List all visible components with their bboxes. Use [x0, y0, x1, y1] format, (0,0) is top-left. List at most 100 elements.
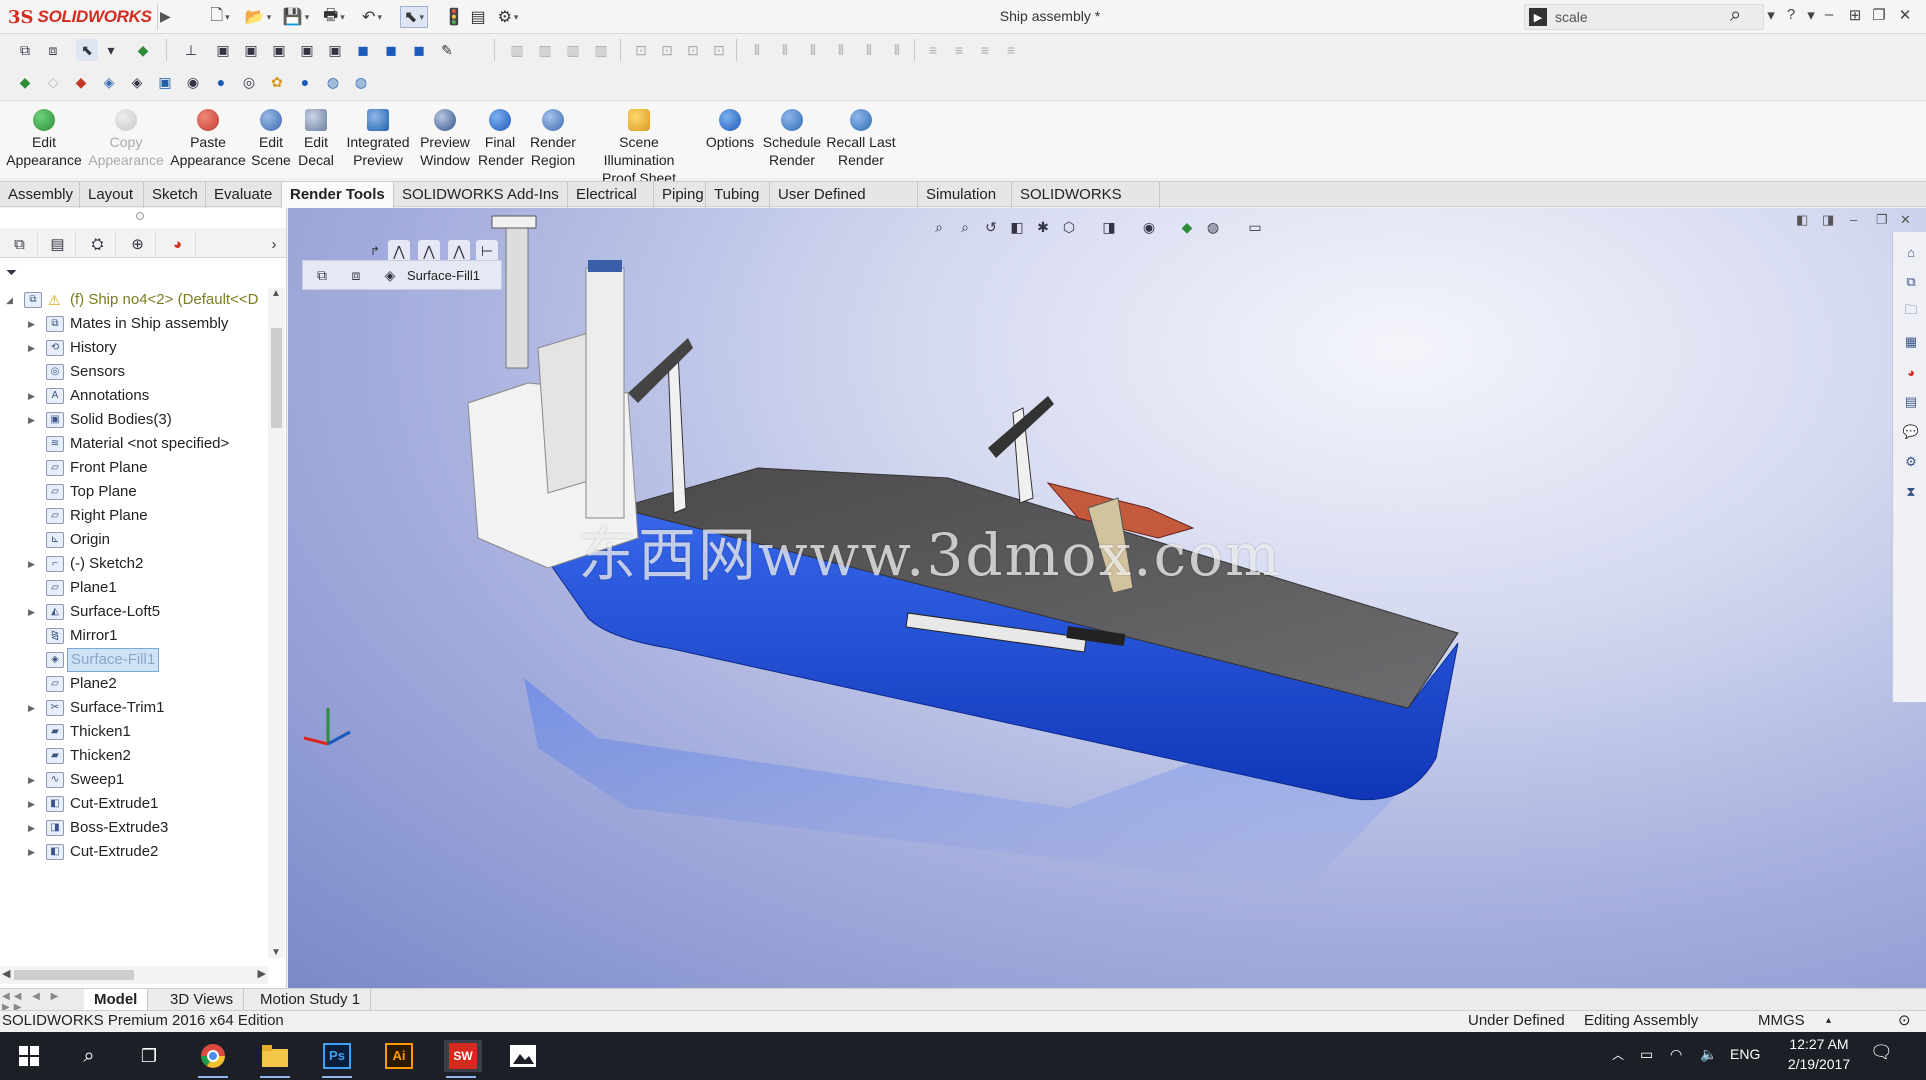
save-icon[interactable]: 💾 ▾ — [282, 6, 310, 28]
chrome-icon[interactable] — [196, 1040, 230, 1078]
align-6-icon[interactable]: ⫴ — [886, 39, 908, 61]
battery-icon[interactable]: ▭ — [1640, 1046, 1653, 1063]
photoshop-icon[interactable]: Ps — [320, 1040, 354, 1078]
search-icon[interactable]: ⌕ — [1730, 4, 1741, 27]
search-commands-icon[interactable]: ▶ — [1529, 8, 1547, 26]
edit-decal-button[interactable]: Edit Decal — [296, 109, 336, 169]
view-cube-8-icon[interactable]: ◼ — [408, 39, 430, 61]
edit-scene-button[interactable]: Edit Scene — [250, 109, 292, 169]
task-view-icon[interactable]: ❐ — [132, 1040, 166, 1072]
tree-vertical-scrollbar[interactable]: ▲ ▼ — [268, 288, 285, 958]
tree-item[interactable]: ▶ ∿ Sweep1 — [0, 768, 268, 792]
align-4-icon[interactable]: ⫴ — [830, 39, 852, 61]
scroll-down-icon[interactable]: ▼ — [271, 947, 281, 958]
text-align-4-icon[interactable]: ≡ — [1000, 39, 1022, 61]
file-properties-icon[interactable]: ▤ — [464, 6, 492, 28]
tree-horizontal-scroll-thumb[interactable] — [14, 970, 134, 980]
appearance-icon[interactable]: ◆ — [132, 39, 154, 61]
tab-user-defined-route[interactable]: User Defined Route — [770, 182, 918, 228]
recall-last-render-button[interactable]: Recall Last Render — [826, 109, 896, 169]
panel-tabs-scroll-right-icon[interactable]: › — [266, 232, 282, 256]
undo-icon[interactable]: ↶ ▾ — [358, 6, 386, 28]
select-icon[interactable]: ⬉ — [76, 39, 98, 61]
tree-item[interactable]: ▱ Top Plane — [0, 480, 268, 504]
language-indicator[interactable]: ENG — [1730, 1046, 1760, 1062]
minimize-icon[interactable]: – — [1818, 6, 1840, 28]
tree-expand-icon[interactable]: ▶ — [28, 600, 35, 624]
tree-item[interactable]: ▶ ⧉ Mates in Ship assembly — [0, 312, 268, 336]
copy-appearance-small-icon[interactable]: ◇ — [42, 71, 64, 93]
bottom-tab-3d-views[interactable]: 3D Views — [160, 989, 245, 1011]
status-units[interactable]: MMGS — [1758, 1011, 1805, 1031]
tree-item[interactable]: ▶ ◧ Cut-Extrude1 — [0, 792, 268, 816]
tree-item[interactable]: ▱ Plane2 — [0, 672, 268, 696]
show-hidden-icons-icon[interactable]: ︿ — [1612, 1046, 1624, 1063]
align-left-icon[interactable]: ▥ — [506, 39, 528, 61]
taskbar-date[interactable]: 2/19/2017 — [1780, 1056, 1858, 1072]
sequence-icon[interactable]: ⊡ — [708, 39, 730, 61]
taskbar-time[interactable]: 12:27 AM — [1784, 1036, 1854, 1052]
photos-icon[interactable] — [506, 1040, 540, 1072]
align-2-icon[interactable]: ⫴ — [774, 39, 796, 61]
align-center-icon[interactable]: ▥ — [534, 39, 556, 61]
tab-tubing[interactable]: Tubing — [706, 182, 770, 208]
status-notification-icon[interactable]: ⊙ — [1898, 1011, 1911, 1031]
render-region-button[interactable]: Render Region — [528, 109, 578, 169]
tree-expand-icon[interactable]: ▶ — [28, 792, 35, 816]
tree-root[interactable]: ◢ ⧉ ⚠ (f) Ship no4<2> (Default<<D — [0, 288, 268, 312]
volume-icon[interactable]: 🔈 — [1700, 1046, 1717, 1063]
recall-last-render-small-icon[interactable]: ◍ — [350, 71, 372, 93]
tab-solidworks-add-ins[interactable]: SOLIDWORKS Add-Ins — [394, 182, 568, 208]
schedule-render-button[interactable]: Schedule Render — [760, 109, 824, 169]
tree-item[interactable]: ⧎ Mirror1 — [0, 624, 268, 648]
edit-scene-small-icon[interactable]: ◈ — [98, 71, 120, 93]
tree-item[interactable]: ◈ Surface-Fill1 — [0, 648, 268, 672]
close-icon[interactable]: ✕ — [1894, 6, 1916, 28]
view-cube-1-icon[interactable]: ▣ — [212, 39, 234, 61]
move-component-icon[interactable]: ⊥ — [180, 39, 202, 61]
tree-expand-icon[interactable]: ▶ — [28, 312, 35, 336]
tree-expand-icon[interactable]: ▶ — [28, 336, 35, 360]
tree-expand-icon[interactable]: ▶ — [28, 384, 35, 408]
options-small-icon[interactable]: ● — [294, 71, 316, 93]
configuration-manager-tab-icon[interactable]: ⛭ — [80, 232, 116, 256]
restore-icon[interactable]: ❐ — [1868, 6, 1890, 28]
solidworks-taskbar-icon[interactable]: SW — [444, 1040, 482, 1078]
network-icon[interactable]: ◠ — [1670, 1046, 1682, 1063]
tree-item[interactable]: ▶ ⌐ (-) Sketch2 — [0, 552, 268, 576]
tab-evaluate[interactable]: Evaluate — [206, 182, 282, 208]
options-button[interactable]: Options — [702, 109, 758, 151]
tab-assembly[interactable]: Assembly — [0, 182, 80, 208]
dimxpert-manager-tab-icon[interactable]: ⊕ — [120, 232, 156, 256]
edit-appearance-button[interactable]: Edit Appearance — [6, 109, 82, 169]
tree-expand-icon[interactable]: ▶ — [28, 816, 35, 840]
action-center-icon[interactable]: 🗨 — [1870, 1042, 1893, 1063]
select-arrow-icon[interactable]: ⬉ ▾ — [400, 6, 428, 28]
integrated-preview-small-icon[interactable]: ▣ — [154, 71, 176, 93]
text-align-2-icon[interactable]: ≡ — [948, 39, 970, 61]
paste-appearance-button[interactable]: Paste Appearance — [170, 109, 246, 169]
view-cube-6-icon[interactable]: ◼ — [352, 39, 374, 61]
tree-expand-icon[interactable]: ▶ — [28, 696, 35, 720]
units-dropdown-icon[interactable]: ▴ — [1826, 1011, 1831, 1031]
tree-item[interactable]: ▶ A Annotations — [0, 384, 268, 408]
final-render-small-icon[interactable]: ● — [210, 71, 232, 93]
edit-decal-small-icon[interactable]: ◈ — [126, 71, 148, 93]
tree-item[interactable]: ▶ ⟲ History — [0, 336, 268, 360]
illustrator-icon[interactable]: Ai — [382, 1040, 416, 1072]
tab-render-tools[interactable]: Render Tools — [282, 182, 394, 208]
scroll-left-icon[interactable]: ◀ — [2, 967, 10, 980]
solidworks-logo[interactable]: 3S SOLIDWORKS — [8, 4, 158, 30]
tab-layout[interactable]: Layout — [80, 182, 144, 208]
tree-item[interactable]: ≋ Material <not specified> — [0, 432, 268, 456]
tile-windows-icon[interactable]: ⊞ — [1844, 6, 1866, 28]
tab-sketch[interactable]: Sketch — [144, 182, 206, 208]
panel-splitter-handle[interactable] — [136, 212, 144, 220]
graphics-viewport[interactable]: ⌕ ⌕ ↺ ◧ ✱ ⬡ ◨ ◉ ◆ ◍ ▭ ↱ ⋀ ⋀ ⋀ ⊢ ⧉ ⧈ ◈ Su… — [288, 208, 1926, 988]
windows-start-icon[interactable] — [12, 1040, 46, 1072]
tree-item[interactable]: ▱ Plane1 — [0, 576, 268, 600]
align-right-icon[interactable]: ▥ — [562, 39, 584, 61]
integrated-preview-button[interactable]: Integrated Preview — [342, 109, 414, 169]
tree-item[interactable]: ◎ Sensors — [0, 360, 268, 384]
select-dropdown-icon[interactable]: ▾ — [100, 39, 122, 61]
